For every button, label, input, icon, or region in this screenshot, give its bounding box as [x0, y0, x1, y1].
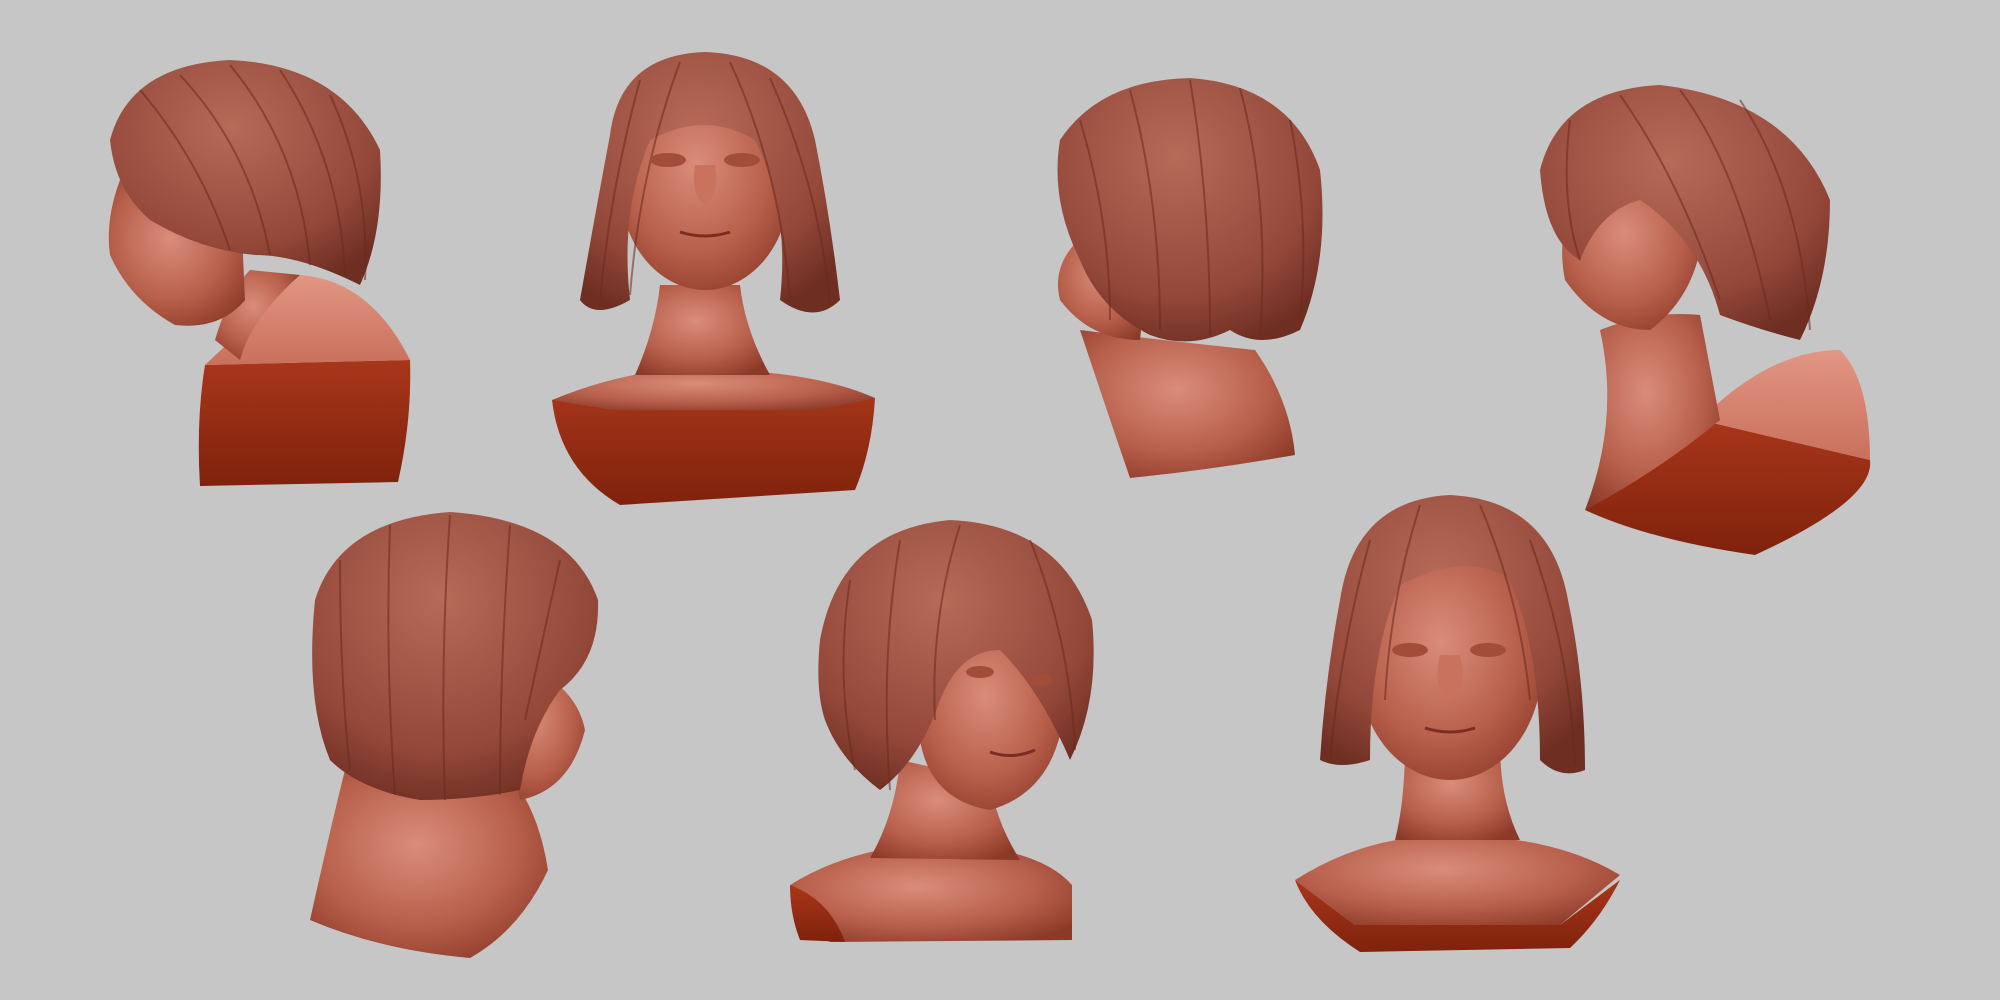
sculpt-turnaround-canvas	[0, 0, 2000, 1000]
bust-turnaround-scene	[108, 52, 1871, 958]
right-eye	[724, 153, 760, 167]
left-eye	[650, 153, 686, 167]
bust-back-right	[310, 512, 599, 958]
neck-shoulders	[1080, 330, 1295, 478]
bust-back-left	[1057, 78, 1323, 478]
bust-right-three-quarter	[790, 520, 1094, 942]
shoulders	[1295, 831, 1620, 925]
bust-front	[1295, 495, 1620, 952]
right-eye	[1028, 674, 1052, 686]
right-eye	[1470, 643, 1506, 657]
bust-left-three-quarter	[1540, 85, 1871, 555]
left-eye	[966, 666, 994, 678]
bust-front-low-angle	[552, 52, 875, 505]
neck	[635, 285, 770, 375]
bust-left-profile	[108, 60, 411, 486]
left-eye	[1392, 643, 1428, 657]
bust-base-cut	[198, 360, 411, 486]
